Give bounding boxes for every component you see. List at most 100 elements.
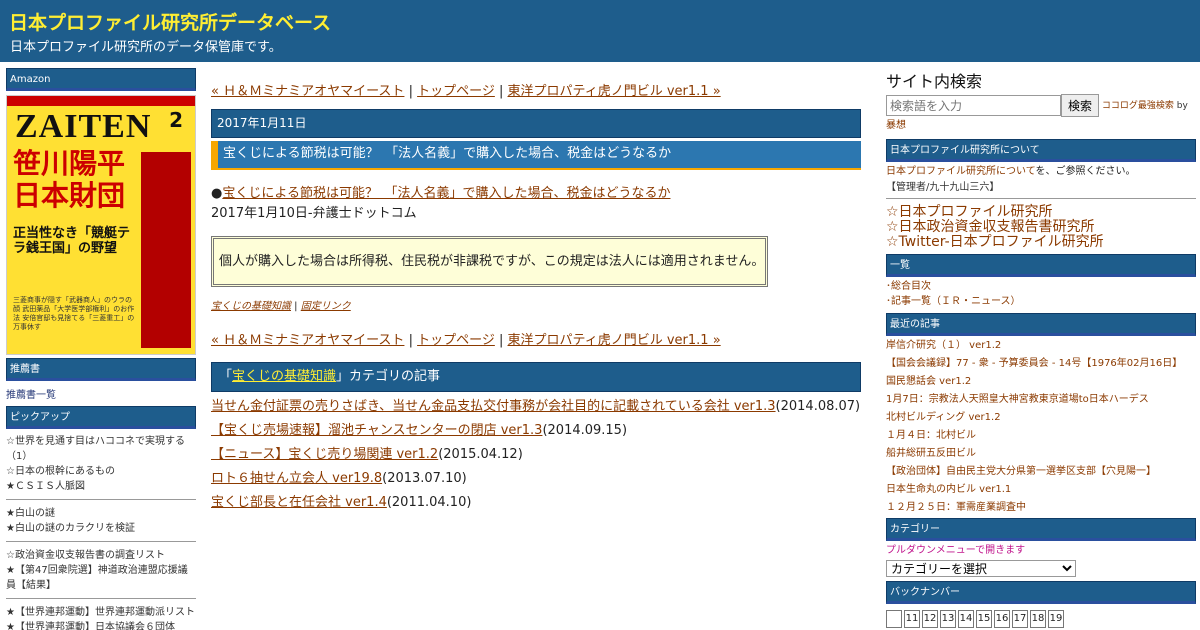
article-link[interactable]: 【宝くじ売場速報】溜池チャンスセンターの閉店 ver1.3 (211, 423, 542, 438)
calendar-day[interactable]: 16 (994, 610, 1010, 628)
search-button[interactable]: 検索 (1061, 94, 1100, 117)
nav-separator: | (494, 333, 508, 348)
pickup-link[interactable]: ★ＣＳＩＳ人脈図 (6, 481, 85, 492)
permalink[interactable]: 固定リンク (301, 301, 351, 312)
search-powered-link[interactable]: ココログ最強検索 (1102, 101, 1174, 111)
post-category-link[interactable]: 宝くじの基礎知識 (211, 301, 291, 312)
pickup-link[interactable]: ★【世界連邦運動】日本協議会６団体 (6, 622, 175, 630)
pickup-list: ☆世界を見通す目はハココネで実現する（1） ☆日本の根幹にあるもの ★ＣＳＩＳ人… (6, 434, 196, 630)
recommended-list-link[interactable]: 推薦書一覧 (6, 386, 196, 401)
star-link[interactable]: ☆日本プロファイル研究所 (886, 204, 1053, 220)
recent-posts-list: 岸信介研究（１） ver1.2 【国会会議録】77 - 衆 - 予算委員会 - … (886, 337, 1196, 517)
pickup-link[interactable]: ★白山の謎 (6, 508, 55, 519)
magazine-cover-image[interactable]: ZAITEN 2 笹川陽平 日本財団 正当性なき「競艇テラ銭王国」の野望 三菱商… (6, 95, 196, 355)
calendar-day[interactable]: 12 (922, 610, 938, 628)
article-date: (2011.04.10) (386, 495, 472, 510)
recent-posts-heading: 最近の記事 (886, 313, 1196, 336)
post-date: 2017年1月11日 (211, 109, 861, 138)
article-date: (2013.07.10) (382, 471, 467, 486)
cover-logo: ZAITEN (15, 108, 152, 145)
calendar-day[interactable] (886, 610, 902, 628)
list-item: 宝くじ部長と在任会社 ver1.4(2011.04.10) (211, 491, 861, 515)
cover-issue-number: 2 (169, 108, 183, 132)
category-suffix: 」カテゴリの記事 (336, 369, 441, 384)
prev-post-link[interactable]: « Ｈ＆Ｍミナミアオヤマイースト (211, 84, 404, 99)
nav-separator: | (404, 333, 418, 348)
index-link[interactable]: ･総合目次 (886, 281, 931, 292)
amazon-heading: Amazon (6, 68, 196, 91)
search-author-link[interactable]: 暴想 (886, 120, 906, 131)
article-link[interactable]: 当せん金付証票の売りさばき、当せん金品支払交付事務が会社目的に記載されている会社… (211, 399, 776, 414)
list-heading: 一覧 (886, 254, 1196, 277)
pickup-link[interactable]: ☆政治資金収支報告書の調査リスト (6, 550, 165, 561)
recent-post-link[interactable]: 1月7日：宗教法人天照皇大神宮教東京道場to日本ハーデス (886, 394, 1149, 405)
search-by: by (1173, 101, 1188, 111)
recent-post-link[interactable]: １２月２５日：軍需産業調査中 (886, 502, 1026, 513)
divider (6, 499, 196, 500)
category-heading: カテゴリー (886, 518, 1196, 541)
calendar-day[interactable]: 13 (940, 610, 956, 628)
next-post-link[interactable]: 東洋プロパティ虎ノ門ビル ver1.1 » (508, 333, 721, 348)
pickup-group: ★白山の謎 ★白山の謎のカラクリを検証 (6, 506, 196, 536)
article-link[interactable]: 【ニュース】宝くじ売り場関連 ver1.2 (211, 447, 438, 462)
category-select[interactable]: カテゴリーを選択 (886, 560, 1076, 577)
backnumber-calendar: 11 12 13 14 15 16 17 18 19 (886, 610, 1196, 628)
cover-top-bar (7, 96, 195, 106)
calendar-day[interactable]: 17 (1012, 610, 1028, 628)
list-item: 当せん金付証票の売りさばき、当せん金品支払交付事務が会社目的に記載されている会社… (211, 395, 861, 419)
category-hint: プルダウンメニューで開きます (886, 545, 1026, 556)
recent-post-link[interactable]: 国民懇話会 ver1.2 (886, 376, 971, 387)
site-title[interactable]: 日本プロファイル研究所データベース (9, 8, 331, 35)
pickup-link[interactable]: ★【第47回衆院選】神道政治連盟応援議員【結果】 (6, 565, 188, 591)
calendar-day[interactable]: 18 (1030, 610, 1046, 628)
nav-separator: | (494, 84, 508, 99)
calendar-day[interactable]: 11 (904, 610, 920, 628)
main-content: « Ｈ＆Ｍミナミアオヤマイースト | トップページ | 東洋プロパティ虎ノ門ビル… (211, 80, 861, 515)
recent-post-link[interactable]: 日本生命丸の内ビル ver1.1 (886, 484, 1011, 495)
list-item: 【ニュース】宝くじ売り場関連 ver1.2(2015.04.12) (211, 443, 861, 467)
pickup-link[interactable]: ★白山の謎のカラクリを検証 (6, 523, 135, 534)
left-sidebar: Amazon ZAITEN 2 笹川陽平 日本財団 正当性なき「競艇テラ銭王国」… (6, 68, 196, 630)
prev-post-link[interactable]: « Ｈ＆Ｍミナミアオヤマイースト (211, 333, 404, 348)
about-link[interactable]: 日本プロファイル研究所について (886, 166, 1036, 177)
pickup-link[interactable]: ☆世界を見通す目はハココネで実現する（1） (6, 436, 185, 462)
category-link[interactable]: 宝くじの基礎知識 (232, 369, 336, 384)
divider (6, 598, 196, 599)
cover-subhead: 正当性なき「競艇テラ銭王国」の野望 (13, 226, 131, 256)
top-page-link[interactable]: トップページ (417, 333, 495, 348)
recent-post-link[interactable]: 【国会会議録】77 - 衆 - 予算委員会 - 14号【1976年02月16日】 (886, 358, 1182, 369)
pickup-heading: ピックアップ (6, 406, 196, 429)
article-date: (2014.08.07) (775, 399, 861, 414)
calendar-day[interactable]: 14 (958, 610, 974, 628)
star-link[interactable]: ☆Twitter-日本プロファイル研究所 (886, 234, 1104, 250)
star-links: ☆日本プロファイル研究所 ☆日本政治資金収支報告書研究所 ☆Twitter-日本… (886, 205, 1196, 250)
category-articles-heading: 「宝くじの基礎知識」カテゴリの記事 (211, 362, 861, 392)
pickup-link[interactable]: ☆日本の根幹にあるもの (6, 466, 115, 477)
recent-post-link[interactable]: １月４日：北村ビル (886, 430, 976, 441)
article-link[interactable]: 宝くじ部長と在任会社 ver1.4 (211, 495, 387, 510)
calendar-day[interactable]: 19 (1048, 610, 1064, 628)
source-article-link[interactable]: 宝くじによる節税は可能？ 「法人名義」で購入した場合、税金はどうなるか (222, 186, 670, 201)
next-post-link[interactable]: 東洋プロパティ虎ノ門ビル ver1.1 » (508, 84, 721, 99)
index-link[interactable]: ･記事一覧（ＩＲ・ニュース） (886, 296, 1021, 307)
search-input[interactable] (886, 95, 1061, 116)
post-quote: 個人が購入した場合は所得税、住民税が非課税ですが、この規定は法人には適用されませ… (211, 236, 768, 287)
pickup-group: ☆政治資金収支報告書の調査リスト ★【第47回衆院選】神道政治連盟応援議員【結果… (6, 548, 196, 593)
recent-post-link[interactable]: 岸信介研究（１） ver1.2 (886, 340, 1001, 351)
pickup-link[interactable]: ★【世界連邦運動】世界連邦運動派リスト (6, 607, 195, 618)
post-navigation-bottom: « Ｈ＆Ｍミナミアオヤマイースト | トップページ | 東洋プロパティ虎ノ門ビル… (211, 329, 861, 348)
top-page-link[interactable]: トップページ (417, 84, 495, 99)
recent-post-link[interactable]: 【政治団体】自由民主党大分県第一選挙区支部【穴見陽一】 (886, 466, 1156, 477)
post-footer: 宝くじの基礎知識 | 固定リンク (211, 297, 861, 312)
post-navigation-top: « Ｈ＆Ｍミナミアオヤマイースト | トップページ | 東洋プロパティ虎ノ門ビル… (211, 80, 861, 99)
recent-post-link[interactable]: 北村ビルディング ver1.2 (886, 412, 1001, 423)
calendar-day[interactable]: 15 (976, 610, 992, 628)
star-link[interactable]: ☆日本政治資金収支報告書研究所 (886, 219, 1095, 235)
category-article-list: 当せん金付証票の売りさばき、当せん金品支払交付事務が会社目的に記載されている会社… (211, 395, 861, 515)
recent-post-link[interactable]: 船井総研五反田ビル (886, 448, 976, 459)
about-heading: 日本プロファイル研究所について (886, 139, 1196, 162)
article-link[interactable]: ロト６抽せん立会人 ver19.8 (211, 471, 382, 486)
recommended-heading: 推薦書 (6, 358, 196, 381)
list-item: ロト６抽せん立会人 ver19.8(2013.07.10) (211, 467, 861, 491)
source-meta: 2017年1月10日-弁護士ドットコム (211, 206, 417, 221)
